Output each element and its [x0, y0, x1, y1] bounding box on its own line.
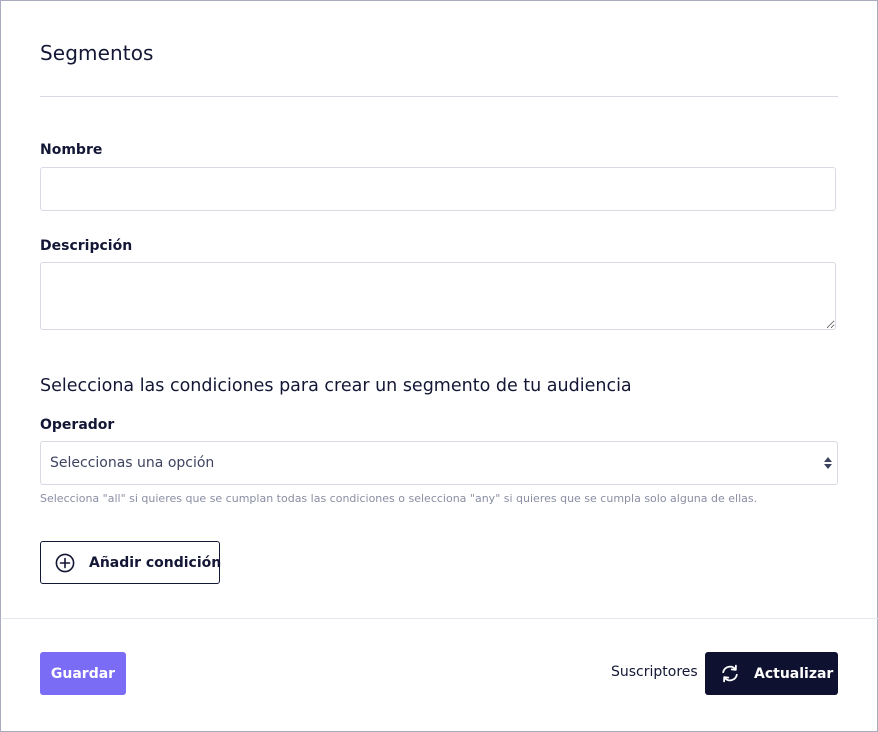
name-input[interactable] [40, 167, 836, 211]
operator-select-value: Seleccionas una opción [50, 455, 215, 471]
plus-circle-icon [55, 553, 75, 573]
add-condition-label: Añadir condición [89, 555, 222, 571]
update-label: Actualizar [754, 666, 834, 682]
conditions-title: Selecciona las condiciones para crear un… [40, 376, 632, 396]
header-divider [40, 96, 838, 97]
description-label: Descripción [40, 238, 133, 254]
refresh-icon [722, 664, 738, 683]
name-label: Nombre [40, 142, 103, 158]
subscribers-link[interactable]: Suscriptores [611, 664, 698, 680]
segment-form-panel: Segmentos Nombre Descripción Selecciona … [0, 0, 878, 732]
operator-select[interactable]: Seleccionas una opción [40, 441, 838, 485]
page-title: Segmentos [40, 41, 154, 65]
save-button[interactable]: Guardar [40, 652, 126, 695]
description-textarea[interactable] [40, 262, 836, 330]
select-arrows-icon [824, 457, 832, 469]
operator-help-text: Selecciona "all" si quieres que se cumpl… [40, 492, 758, 505]
update-button[interactable]: Actualizar [705, 652, 838, 695]
operator-label: Operador [40, 417, 115, 433]
footer-divider [2, 618, 878, 619]
add-condition-button[interactable]: Añadir condición [40, 541, 222, 584]
